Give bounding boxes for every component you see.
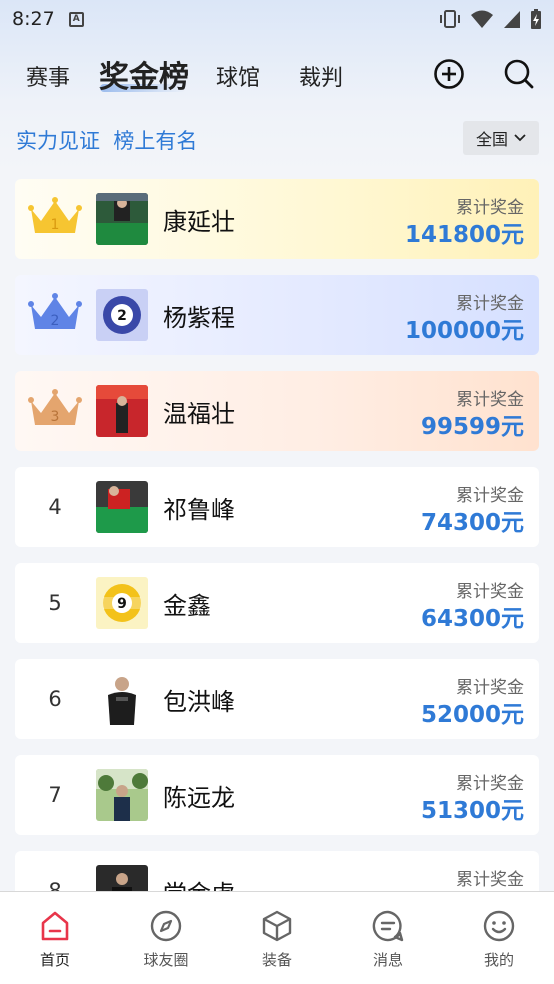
ranking-item[interactable]: 4 祁鲁峰 累计奖金 74300元 <box>15 467 539 547</box>
avatar <box>96 481 148 533</box>
status-icons <box>438 8 542 30</box>
nav-label: 消息 <box>372 951 403 969</box>
prize-value: 99599元 <box>420 414 524 440</box>
ranking-item[interactable]: 6 包洪峰 累计奖金 52000元 <box>15 659 539 739</box>
vibrate-icon <box>440 10 460 28</box>
nav-mine[interactable]: 我的 <box>444 892 554 984</box>
avatar <box>96 673 148 725</box>
player-name: 包洪峰 <box>163 687 235 716</box>
avatar: 2 <box>96 289 148 341</box>
player-name: 温福壮 <box>163 399 235 428</box>
rank-number: 6 <box>48 687 62 711</box>
tab-prize-ranking[interactable]: 奖金榜 <box>99 52 189 96</box>
ranking-item[interactable]: 2 2 杨紫程 累计奖金 100000元 <box>15 275 539 355</box>
a-icon: A <box>68 11 84 27</box>
tab-events[interactable]: 赛事 <box>26 60 70 92</box>
nav-messages[interactable]: 消息 <box>333 892 443 984</box>
svg-text:2: 2 <box>117 308 127 324</box>
tab-venues[interactable]: 球馆 <box>216 60 260 92</box>
nav-home[interactable]: 首页 <box>0 892 110 984</box>
region-selected-value: 全国 <box>475 130 508 149</box>
bottom-nav: 首页 球友圈 装备 消息 我的 <box>0 891 554 984</box>
rank-number: 7 <box>48 783 62 807</box>
ranking-item[interactable]: 3 温福壮 累计奖金 99599元 <box>15 371 539 451</box>
nav-label: 球友圈 <box>143 951 189 969</box>
player-name: 祁鲁峰 <box>163 495 235 524</box>
slogan-text: 实力见证 榜上有名 <box>16 129 198 153</box>
avatar <box>96 769 148 821</box>
box-icon <box>262 910 292 942</box>
wifi-icon <box>471 10 493 28</box>
signal-icon <box>504 11 520 28</box>
chevron-down-icon <box>514 134 526 142</box>
nav-label: 首页 <box>39 951 70 969</box>
message-icon <box>372 910 404 942</box>
prize-value: 52000元 <box>420 702 524 728</box>
player-name: 康延壮 <box>163 207 235 236</box>
svg-text:9: 9 <box>117 596 127 612</box>
compass-icon <box>150 910 182 942</box>
player-name: 杨紫程 <box>163 303 235 332</box>
svg-text:1: 1 <box>51 217 60 233</box>
prize-value: 74300元 <box>420 510 524 536</box>
top-tab-bar: 赛事 奖金榜 球馆 裁判 <box>0 50 554 102</box>
nav-label: 装备 <box>261 951 292 969</box>
gold-crown-icon: 1 <box>28 197 82 233</box>
search-icon[interactable] <box>503 58 535 90</box>
prize-value: 141800元 <box>404 222 524 248</box>
rank-number: 4 <box>48 495 62 519</box>
bronze-crown-icon: 3 <box>28 389 82 425</box>
svg-text:2: 2 <box>51 313 60 329</box>
home-icon <box>41 911 69 941</box>
region-dropdown[interactable]: 全国 <box>463 121 539 155</box>
rank-number: 5 <box>48 591 62 615</box>
avatar <box>96 193 148 245</box>
smile-icon <box>483 910 515 942</box>
status-time: 8:27 <box>12 8 55 30</box>
ranking-item[interactable]: 5 9 金鑫 累计奖金 64300元 <box>15 563 539 643</box>
prize-label: 累计奖金 <box>456 870 524 890</box>
avatar: 9 <box>96 577 148 629</box>
ranking-item[interactable]: 7 陈远龙 累计奖金 51300元 <box>15 755 539 835</box>
add-icon[interactable] <box>433 58 465 90</box>
silver-crown-icon: 2 <box>28 293 82 329</box>
prize-value: 51300元 <box>420 798 524 824</box>
avatar <box>96 385 148 437</box>
status-bar: 8:27 A <box>0 0 554 38</box>
nav-friends-circle[interactable]: 球友圈 <box>111 892 221 984</box>
prize-value: 100000元 <box>404 318 524 344</box>
prize-value: 64300元 <box>420 606 524 632</box>
battery-icon <box>531 9 541 29</box>
nav-label: 我的 <box>483 951 514 969</box>
player-name: 陈远龙 <box>163 783 235 812</box>
tab-referees[interactable]: 裁判 <box>299 60 343 92</box>
ranking-item[interactable]: 1 康延壮 累计奖金 141800元 <box>15 179 539 259</box>
svg-text:3: 3 <box>51 409 60 425</box>
player-name: 金鑫 <box>163 591 211 620</box>
nav-equipment[interactable]: 装备 <box>222 892 332 984</box>
